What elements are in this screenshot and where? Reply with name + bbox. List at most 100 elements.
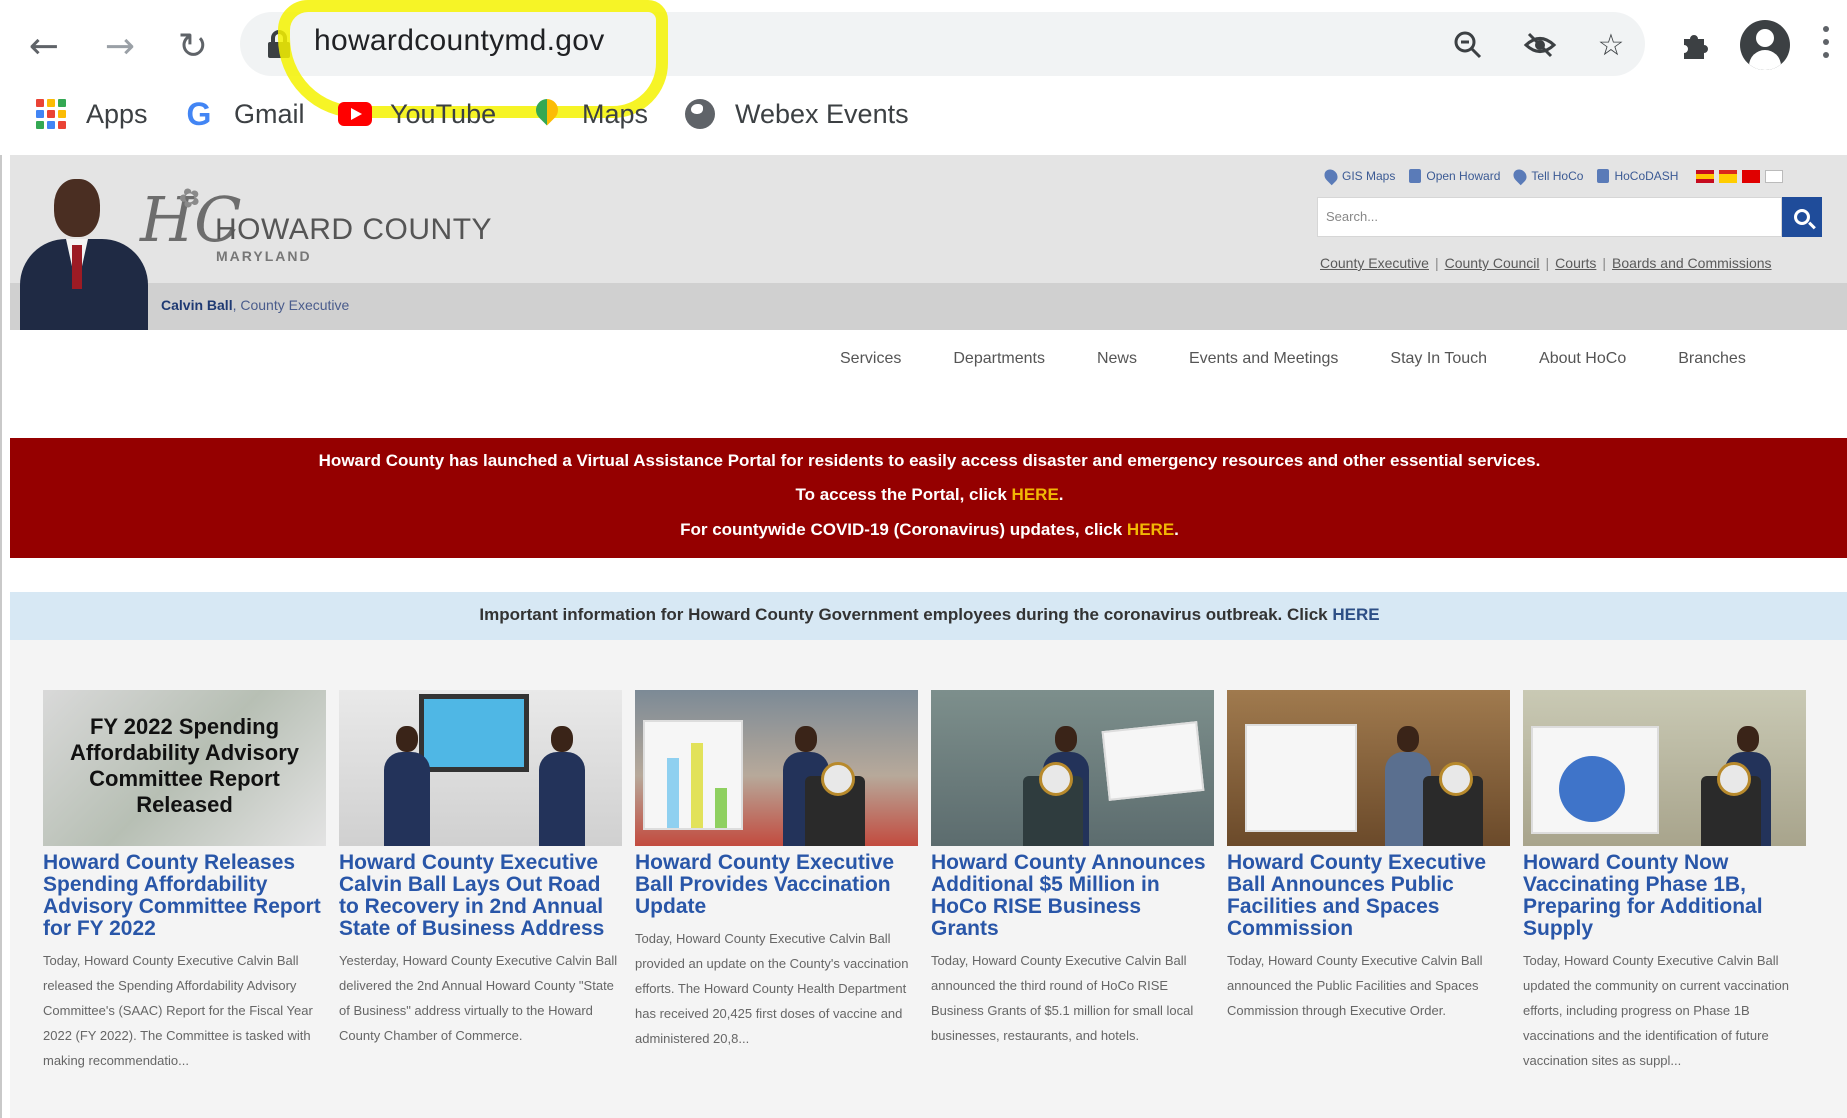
bookmark-label: Gmail	[234, 98, 305, 129]
county-executive-portrait	[16, 169, 148, 330]
red-flag-icon[interactable]	[1742, 169, 1761, 183]
bookmark-label: Webex Events	[735, 98, 909, 129]
nav-departments[interactable]: Departments	[953, 350, 1045, 368]
web-page: HC ✿ HOWARD COUNTY MARYLAND Calvin Ball,…	[0, 155, 1847, 1118]
bookmark-label: YouTube	[390, 98, 497, 129]
alert-line-1: Howard County has launched a Virtual Ass…	[318, 451, 1541, 470]
dashboard-icon	[1597, 169, 1610, 183]
back-arrow-icon[interactable]: ←	[16, 18, 72, 74]
news-thumbnail[interactable]	[1227, 690, 1510, 846]
bookmark-apps[interactable]: Apps	[34, 94, 148, 134]
quick-link-open-howard[interactable]: Open Howard	[1409, 169, 1500, 183]
notice-text: Important information for Howard County …	[479, 605, 1333, 624]
news-thumbnail[interactable]	[339, 690, 622, 846]
news-title[interactable]: Howard County Releases Spending Affordab…	[43, 852, 326, 940]
forward-arrow-icon[interactable]: →	[92, 18, 148, 74]
employee-here-link[interactable]: HERE	[1332, 605, 1379, 624]
news-title[interactable]: Howard County Executive Ball Provides Va…	[635, 852, 918, 918]
korean-flag-icon[interactable]	[1765, 169, 1784, 183]
county-subtitle: MARYLAND	[216, 248, 312, 264]
bookmark-youtube[interactable]: YouTube	[338, 94, 496, 134]
quick-link-label: Tell HoCo	[1531, 169, 1584, 183]
browser-menu-icon[interactable]	[1822, 26, 1830, 66]
government-links: County Executive | County Council | Courts | B…	[1320, 255, 1772, 271]
news-card[interactable]: Howard County Now Vaccinating Phase 1B, …	[1523, 690, 1806, 1073]
browser-chrome: ← → ↻ howardcountymd.gov ☆ Apps G Gmail …	[0, 0, 1847, 155]
url-text[interactable]: howardcountymd.gov	[314, 24, 605, 58]
county-name[interactable]: HOWARD COUNTY	[215, 213, 492, 247]
link-county-executive[interactable]: County Executive	[1320, 255, 1429, 271]
address-bar[interactable]: howardcountymd.gov ☆	[240, 12, 1645, 76]
news-section: FY 2022 Spending Affordability Advisory …	[10, 640, 1847, 1118]
alert-line-2: To access the Portal, click HERE.	[795, 485, 1064, 504]
news-thumbnail[interactable]: FY 2022 Spending Affordability Advisory …	[43, 690, 326, 846]
language-flags	[1696, 169, 1788, 183]
nav-services[interactable]: Services	[840, 350, 901, 368]
news-title[interactable]: Howard County Announces Additional $5 Mi…	[931, 852, 1214, 940]
alert-line-3: For countywide COVID-19 (Coronavirus) up…	[680, 520, 1179, 539]
nav-stay-in-touch[interactable]: Stay In Touch	[1390, 350, 1487, 368]
exec-title: , County Executive	[232, 297, 350, 313]
bookmark-gmail[interactable]: G Gmail	[182, 94, 305, 134]
quick-link-label: HoCoDASH	[1614, 169, 1679, 183]
search-icon	[1794, 209, 1810, 225]
document-icon	[1409, 169, 1422, 183]
google-g-icon: G	[186, 95, 212, 132]
nav-news[interactable]: News	[1097, 350, 1137, 368]
globe-icon	[683, 97, 717, 131]
emergency-alert-banner: Howard County has launched a Virtual Ass…	[10, 438, 1847, 558]
quick-link-gis-maps[interactable]: GIS Maps	[1321, 166, 1395, 186]
news-description: Today, Howard County Executive Calvin Ba…	[43, 953, 313, 1068]
nav-events-meetings[interactable]: Events and Meetings	[1189, 350, 1338, 368]
portal-here-link[interactable]: HERE	[1012, 485, 1059, 504]
bookmarks-bar: Apps G Gmail YouTube Maps Webex Events	[0, 88, 1847, 140]
bookmark-star-icon[interactable]: ☆	[1588, 22, 1634, 68]
county-executive-line[interactable]: Calvin Ball, County Executive	[161, 297, 349, 313]
news-card[interactable]: Howard County Executive Ball Announces P…	[1227, 690, 1510, 1023]
link-boards-commissions[interactable]: Boards and Commissions	[1612, 255, 1772, 271]
spanish-flag-icon[interactable]	[1696, 169, 1715, 183]
quick-link-label: Open Howard	[1426, 169, 1501, 183]
nav-branches[interactable]: Branches	[1678, 350, 1746, 368]
extensions-puzzle-icon[interactable]	[1665, 16, 1723, 74]
bookmark-maps[interactable]: Maps	[530, 94, 648, 134]
quick-links: GIS Maps Open Howard Tell HoCo HoCoDASH	[1321, 166, 1788, 186]
map-pin-icon	[1511, 166, 1530, 186]
profile-avatar-icon[interactable]	[1740, 20, 1790, 70]
news-card[interactable]: Howard County Executive Calvin Ball Lays…	[339, 690, 622, 1048]
bookmark-webex[interactable]: Webex Events	[683, 94, 909, 134]
covid-here-link[interactable]: HERE	[1127, 520, 1174, 539]
exec-name[interactable]: Calvin Ball	[161, 297, 233, 313]
news-description: Today, Howard County Executive Calvin Ba…	[635, 931, 909, 1046]
news-card[interactable]: Howard County Announces Additional $5 Mi…	[931, 690, 1214, 1048]
employee-notice-banner: Important information for Howard County …	[10, 592, 1847, 640]
reload-icon[interactable]: ↻	[165, 18, 221, 74]
nav-about-hoco[interactable]: About HoCo	[1539, 350, 1626, 368]
map-pin-icon	[1321, 166, 1341, 186]
zoom-icon[interactable]	[1445, 22, 1491, 68]
bookmark-label: Maps	[582, 98, 649, 129]
lock-icon[interactable]	[268, 30, 290, 58]
quick-link-tell-hoco[interactable]: Tell HoCo	[1511, 166, 1584, 186]
news-card[interactable]: FY 2022 Spending Affordability Advisory …	[43, 690, 326, 1073]
news-thumbnail[interactable]	[635, 690, 918, 846]
news-thumbnail[interactable]	[931, 690, 1214, 846]
site-header: HC ✿ HOWARD COUNTY MARYLAND Calvin Ball,…	[10, 155, 1847, 330]
news-description: Today, Howard County Executive Calvin Ba…	[1523, 953, 1789, 1068]
tracking-blocked-eye-icon[interactable]	[1517, 22, 1563, 68]
news-card[interactable]: Howard County Executive Ball Provides Va…	[635, 690, 918, 1051]
link-county-council[interactable]: County Council	[1445, 255, 1540, 271]
news-title[interactable]: Howard County Executive Calvin Ball Lays…	[339, 852, 622, 940]
chinese-flag-icon[interactable]	[1719, 169, 1738, 183]
quick-link-hocodash[interactable]: HoCoDASH	[1597, 169, 1678, 183]
maps-pin-icon	[530, 97, 564, 131]
news-description: Today, Howard County Executive Calvin Ba…	[931, 953, 1194, 1043]
link-courts[interactable]: Courts	[1555, 255, 1596, 271]
news-title[interactable]: Howard County Now Vaccinating Phase 1B, …	[1523, 852, 1806, 940]
search-button[interactable]	[1782, 197, 1822, 237]
news-title[interactable]: Howard County Executive Ball Announces P…	[1227, 852, 1510, 940]
news-thumbnail[interactable]	[1523, 690, 1806, 846]
site-search-input[interactable]: Search...	[1317, 197, 1782, 237]
news-description: Today, Howard County Executive Calvin Ba…	[1227, 953, 1483, 1018]
main-navigation: Services Departments News Events and Mee…	[840, 350, 1798, 368]
